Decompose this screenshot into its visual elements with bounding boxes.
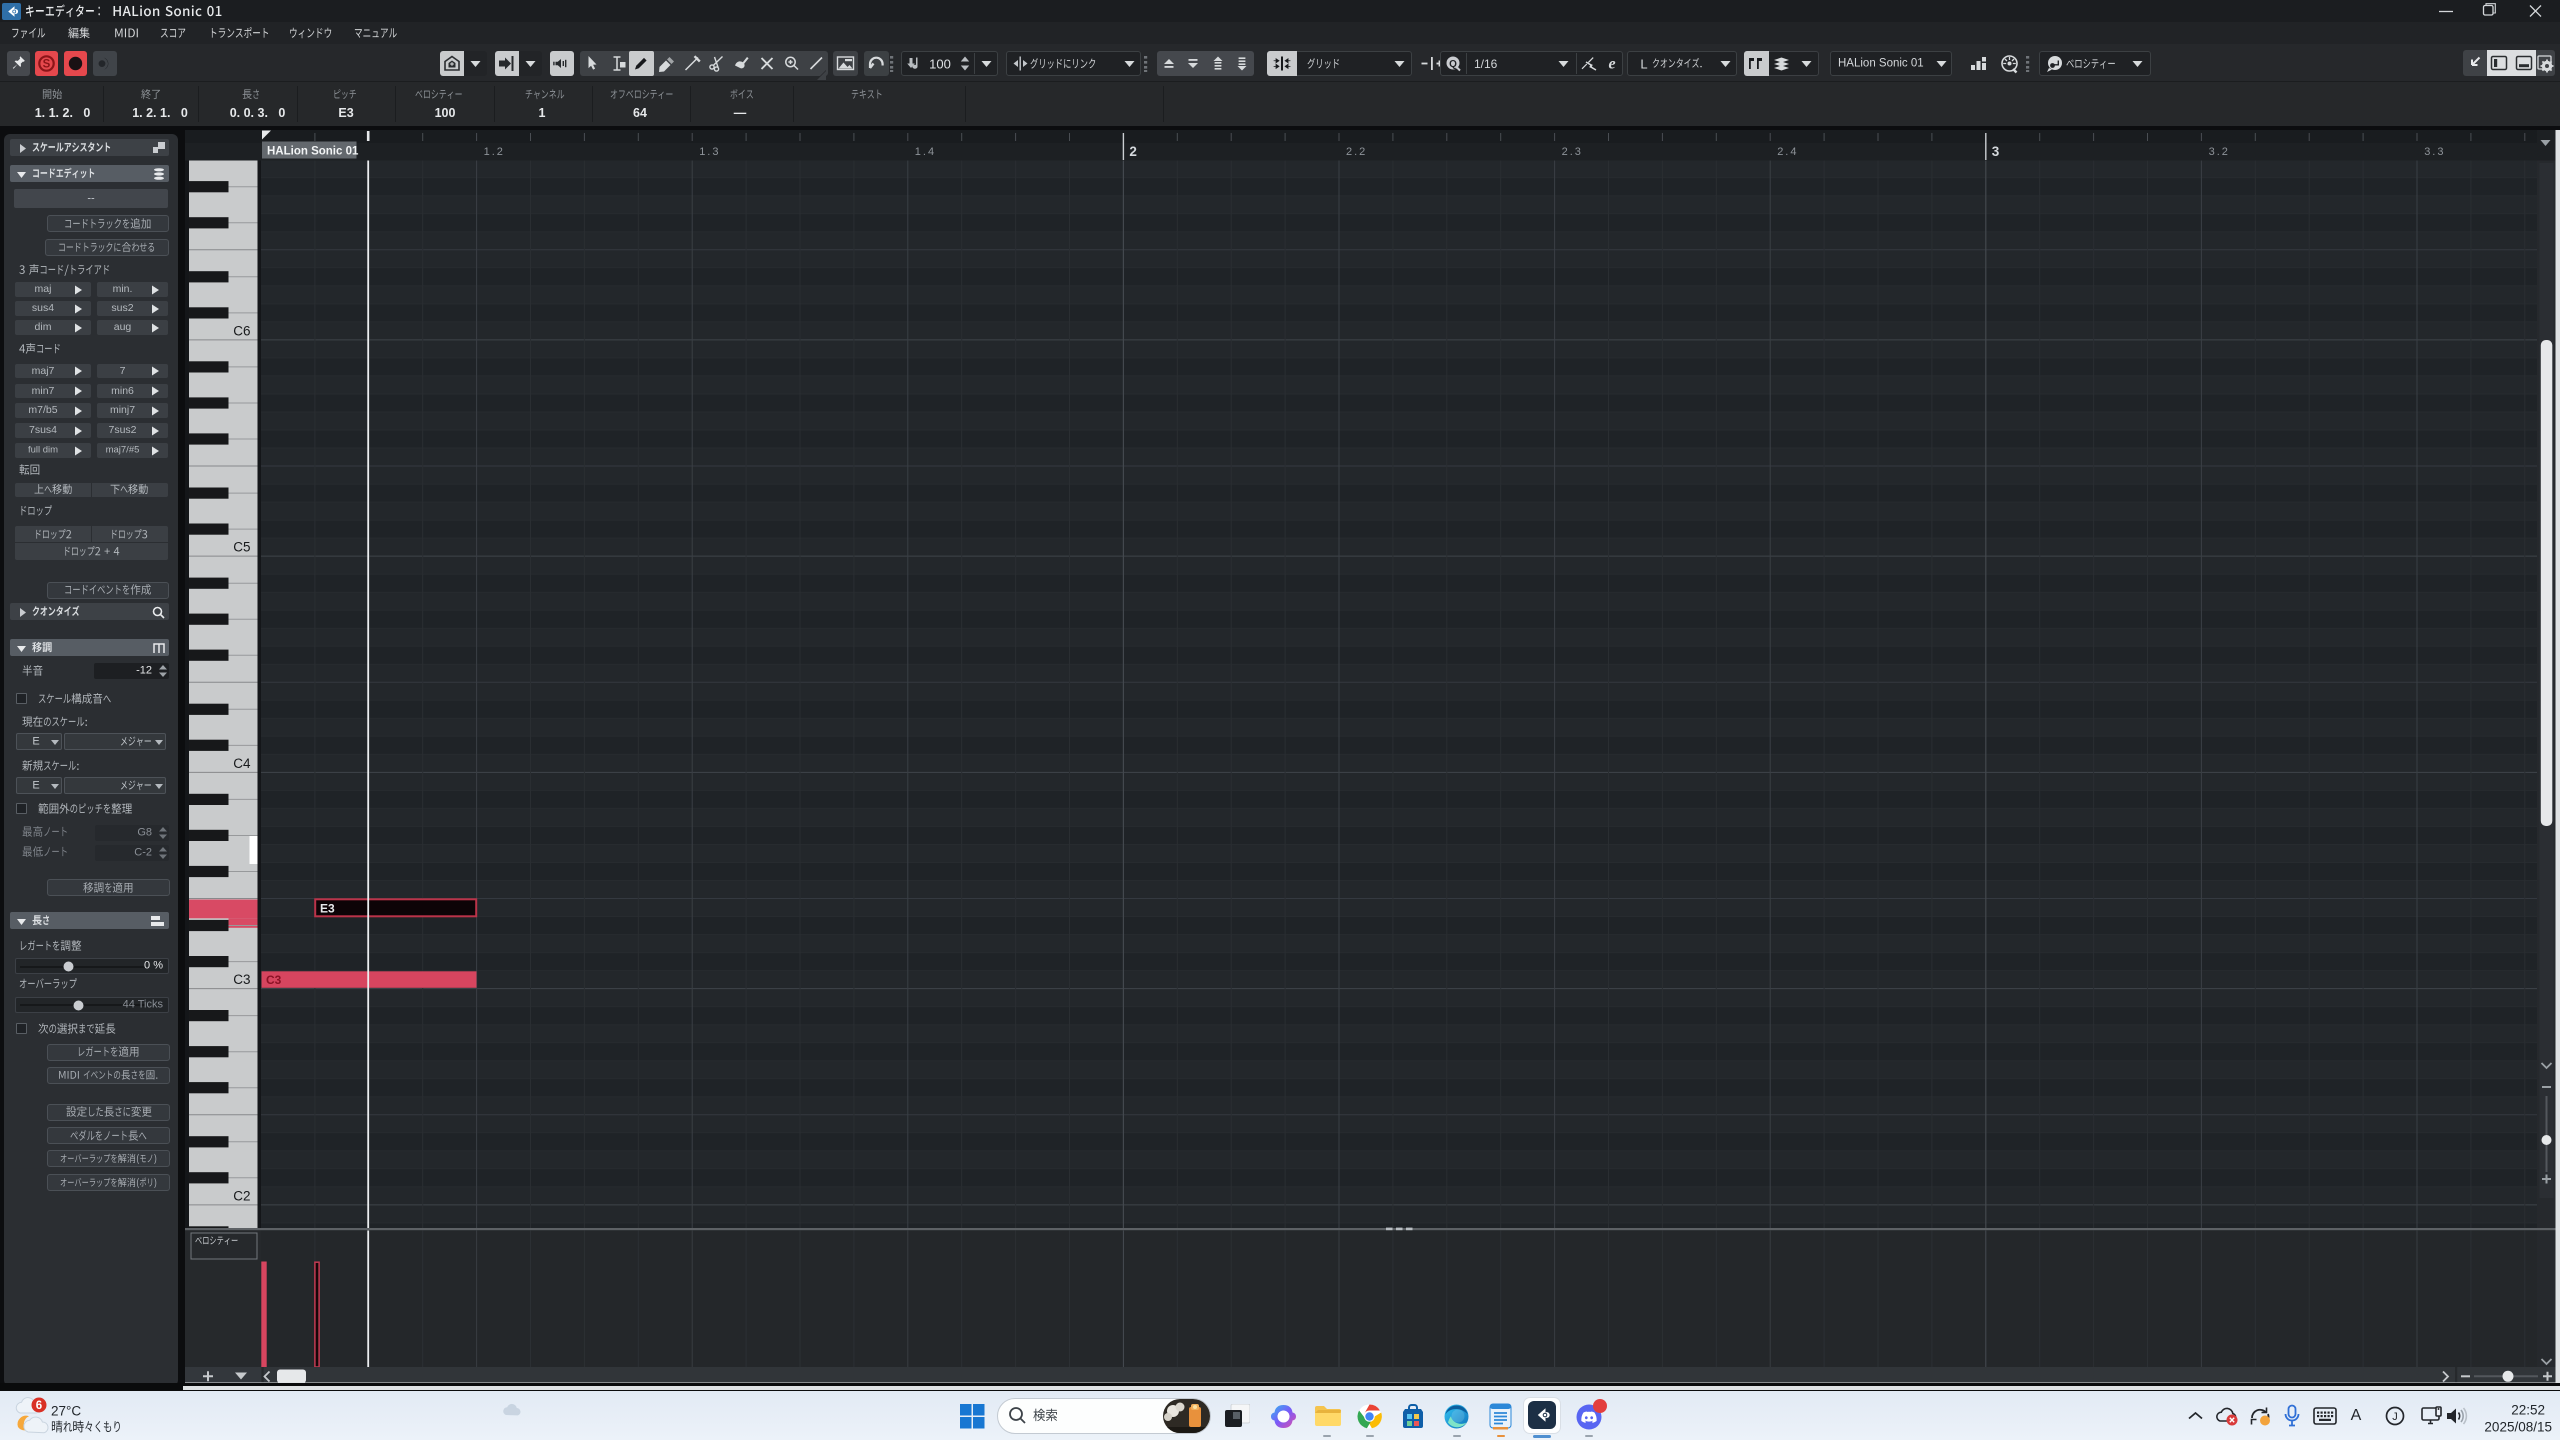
svg-text:C3: C3	[233, 972, 250, 987]
svg-text:C3: C3	[266, 973, 282, 987]
svg-text:C5: C5	[233, 540, 250, 555]
svg-text:2.4: 2.4	[1777, 146, 1798, 158]
svg-text:Q: Q	[1449, 59, 1457, 70]
svg-text:J: J	[2392, 1411, 2398, 1423]
svg-text:HALion Sonic 01: HALion Sonic 01	[267, 146, 359, 158]
svg-text:3.3: 3.3	[2424, 146, 2445, 158]
svg-text:6: 6	[36, 1400, 42, 1412]
svg-text:1.3: 1.3	[699, 146, 720, 158]
svg-text:2.2: 2.2	[1346, 146, 1367, 158]
svg-text:S: S	[43, 59, 51, 71]
svg-text:2: 2	[1129, 144, 1137, 159]
svg-text:e: e	[1608, 56, 1615, 73]
svg-text:2.3: 2.3	[1562, 146, 1583, 158]
svg-text:C4: C4	[233, 756, 251, 771]
svg-text:3.2: 3.2	[2209, 146, 2230, 158]
svg-text:C6: C6	[233, 323, 250, 338]
svg-text:E3: E3	[320, 902, 335, 916]
svg-text:3: 3	[1992, 144, 2000, 159]
svg-text:C2: C2	[233, 1188, 250, 1203]
svg-text:1.2: 1.2	[484, 146, 505, 158]
svg-text:1.4: 1.4	[915, 146, 936, 158]
